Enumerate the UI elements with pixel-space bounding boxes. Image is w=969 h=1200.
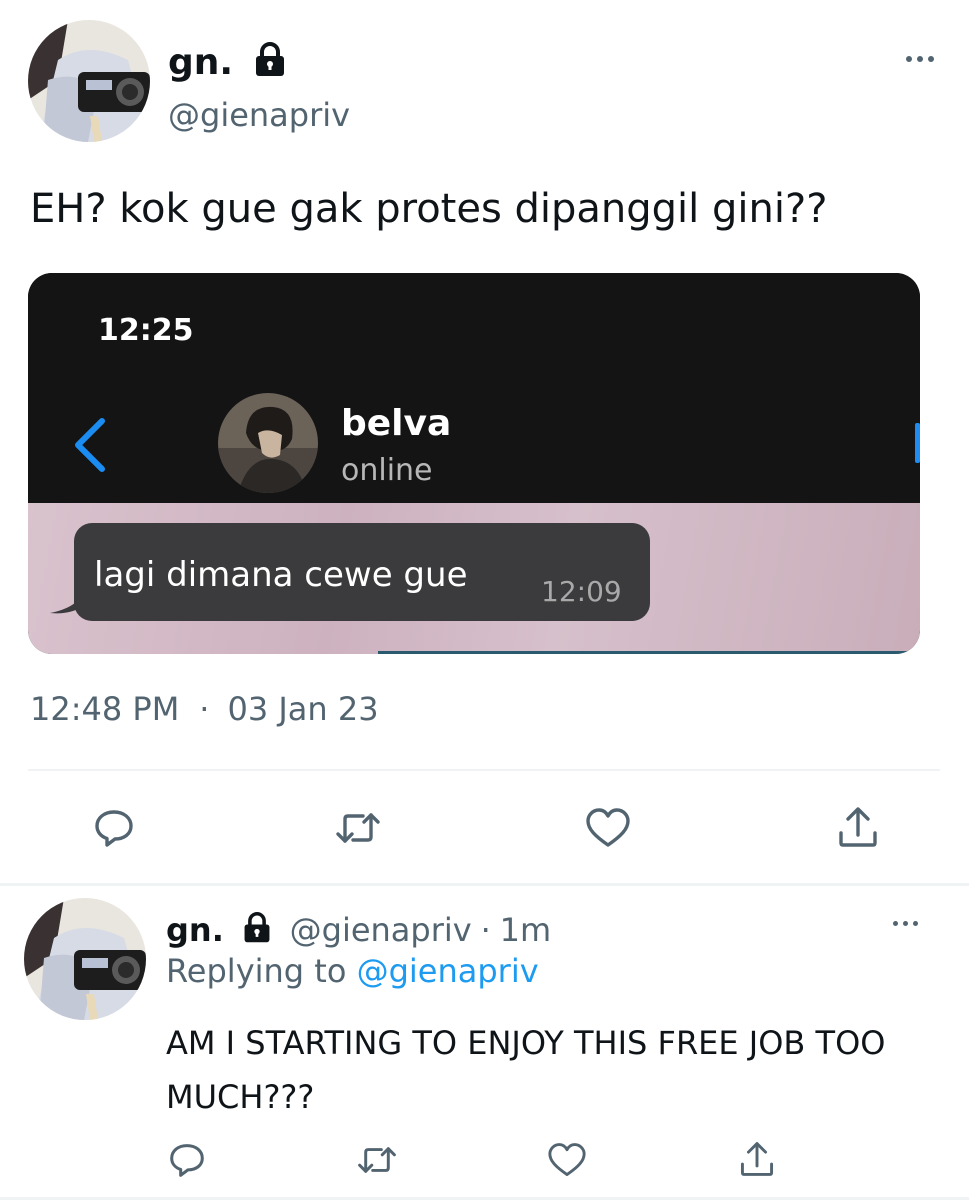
tweet-timestamp[interactable]: 12:48 PM · 03 Jan 23 xyxy=(30,690,379,728)
tweet-text: EH? kok gue gak protes dipanggil gini?? xyxy=(30,186,828,232)
share-button[interactable] xyxy=(830,804,886,850)
heart-icon xyxy=(586,808,630,847)
reply-icon xyxy=(95,810,133,847)
reply-button[interactable] xyxy=(164,1140,210,1180)
more-icon[interactable] xyxy=(893,921,918,926)
message-text: lagi dimana cewe gue xyxy=(94,555,468,595)
contact-avatar xyxy=(218,393,318,493)
tweet-date: 03 Jan 23 xyxy=(227,690,379,728)
share-icon xyxy=(740,1142,774,1176)
retweet-button[interactable] xyxy=(354,1140,400,1180)
author-handle[interactable]: @gienapriv xyxy=(168,96,350,134)
reply-button[interactable] xyxy=(86,806,142,850)
retweet-button[interactable] xyxy=(330,806,386,850)
author-display-name[interactable]: gn. xyxy=(168,42,233,83)
contact-name: belva xyxy=(341,403,452,444)
reply-age[interactable]: 1m xyxy=(500,911,552,949)
reply-author-display-name[interactable]: gn. xyxy=(166,911,224,949)
reply-icon xyxy=(170,1144,204,1177)
tweet-media-image[interactable]: 12:25 belva online lagi dimana cewe gue … xyxy=(28,273,920,654)
reply-author-avatar[interactable] xyxy=(24,898,146,1020)
more-icon[interactable] xyxy=(906,56,934,62)
lock-icon xyxy=(253,42,287,86)
tweet-time: 12:48 PM xyxy=(30,690,180,728)
lock-icon xyxy=(241,912,273,953)
retweet-icon xyxy=(358,1147,396,1173)
replying-to-label: Replying to xyxy=(166,952,347,990)
edge-indicator xyxy=(915,423,920,463)
chevron-left-icon xyxy=(70,415,110,480)
media-bottom-line xyxy=(378,651,908,654)
reply-text: AM I STARTING TO ENJOY THIS FREE JOB TOO… xyxy=(166,1024,886,1116)
section-divider xyxy=(0,883,969,886)
chat-header xyxy=(28,273,920,503)
author-avatar[interactable] xyxy=(28,20,150,142)
reply-separator: · xyxy=(480,911,491,949)
status-bar-time: 12:25 xyxy=(98,313,194,348)
meta-separator: · xyxy=(199,690,210,728)
message-time: 12:09 xyxy=(541,575,622,608)
replying-to-line: Replying to @gienapriv xyxy=(166,952,539,990)
message-bubble-tail xyxy=(50,589,84,620)
replying-to-link[interactable]: @gienapriv xyxy=(357,952,539,990)
like-button[interactable] xyxy=(544,1140,590,1180)
retweet-icon xyxy=(336,813,380,843)
reply-author-handle[interactable]: @gienapriv xyxy=(290,911,472,949)
share-icon xyxy=(839,807,877,847)
like-button[interactable] xyxy=(580,806,636,850)
share-button[interactable] xyxy=(734,1138,780,1180)
contact-status: online xyxy=(341,453,433,488)
heart-icon xyxy=(548,1143,586,1177)
divider xyxy=(28,769,940,771)
